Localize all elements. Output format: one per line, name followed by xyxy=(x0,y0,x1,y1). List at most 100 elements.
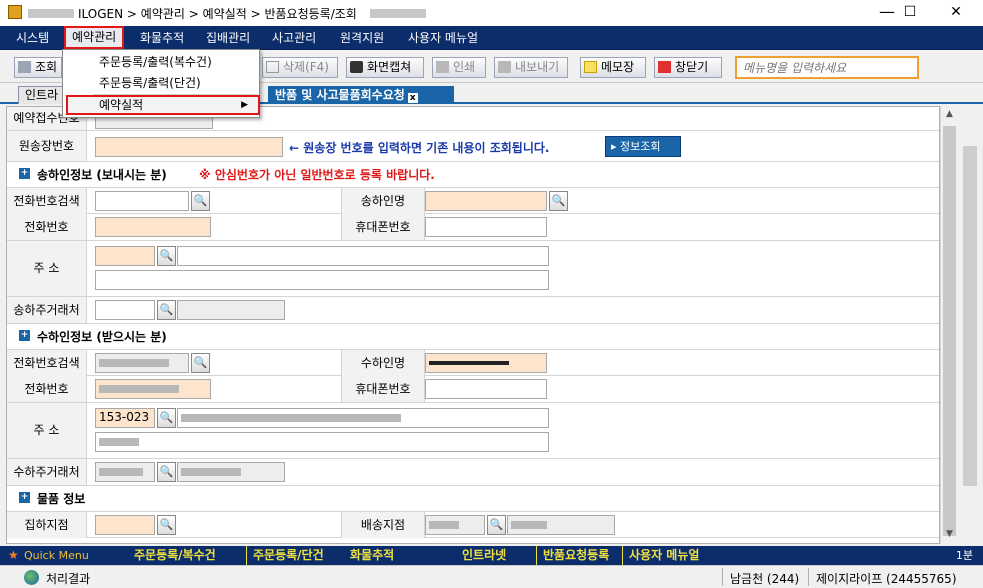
scroll-thumb[interactable] xyxy=(943,126,956,536)
close-window-button[interactable]: 창닫기 xyxy=(654,57,722,78)
magnifier-icon[interactable]: 🔍 xyxy=(157,462,176,482)
sender-account-code-input[interactable] xyxy=(95,300,155,320)
sender-phone-input[interactable] xyxy=(95,217,211,237)
window-title: ILOGEN > 예약관리 > 예약실적 > 반품요청등록/조회 xyxy=(78,7,357,21)
maximize-button[interactable]: ☐ xyxy=(887,0,933,26)
memo-button[interactable]: 메모장 xyxy=(580,57,646,78)
print-button[interactable]: 인쇄 xyxy=(432,57,486,78)
quick-menu-timer: 1분 xyxy=(955,549,973,562)
status-bar: 처리결과 남금천 (244) 제이지라이프 (24455765) xyxy=(0,565,983,588)
menu-system[interactable]: 시스템 xyxy=(10,26,55,50)
magnifier-icon[interactable]: 🔍 xyxy=(157,515,176,535)
export-button[interactable]: 내보내기 xyxy=(494,57,568,78)
waybill-input[interactable] xyxy=(95,137,283,157)
receiver-phone-search-label: 전화번호검색 xyxy=(7,350,87,376)
close-button[interactable]: ✕ xyxy=(933,0,979,26)
receiver-mobile-input[interactable] xyxy=(425,379,547,399)
sender-address-row: 주 소 🔍 xyxy=(7,241,939,297)
scroll-up-icon[interactable]: ▲ xyxy=(941,106,958,123)
quick-item-single-order[interactable]: 주문등록/단건 xyxy=(246,546,324,565)
receiver-phone-input[interactable] xyxy=(95,379,211,399)
menu-delivery-management[interactable]: 집배관리 xyxy=(200,26,256,50)
delete-button[interactable]: 삭제(F4) xyxy=(262,57,338,78)
info-query-button[interactable]: ▸ 정보조회 xyxy=(605,136,681,157)
receiver-account-label: 수하주거래처 xyxy=(7,459,87,485)
form-scrollbar[interactable]: ▲ ▼ xyxy=(940,106,958,544)
sender-account-name-input xyxy=(177,300,285,320)
magnifier-icon[interactable]: 🔍 xyxy=(191,353,210,373)
magnifier-icon[interactable]: 🔍 xyxy=(549,191,568,211)
magnifier-icon[interactable]: 🔍 xyxy=(157,300,176,320)
quick-item-user-manual[interactable]: 사용자 메뉴얼 xyxy=(622,546,699,565)
sender-address-input[interactable] xyxy=(177,246,549,266)
receiver-address-input[interactable] xyxy=(177,408,549,428)
sender-section-title: 송하인정보 (보내시는 분) xyxy=(37,168,167,182)
menu-search-input[interactable] xyxy=(735,56,919,79)
magnifier-icon[interactable]: 🔍 xyxy=(157,246,176,266)
reservation-dropdown-menu: 주문등록/출력(복수건) 주문등록/출력(단건) 예약실적 ▶ xyxy=(62,49,260,118)
pickup-branch-label: 집하지점 xyxy=(7,512,87,538)
sender-mobile-input[interactable] xyxy=(425,217,547,237)
receiver-section-header: + 수하인정보 (받으시는 분) xyxy=(7,325,939,347)
sender-name-input[interactable] xyxy=(425,191,547,211)
goods-section-header: + 물품 정보 xyxy=(7,487,939,509)
waybill-label: 원송장번호 xyxy=(7,131,87,161)
delivery-branch-input[interactable] xyxy=(425,515,485,535)
status-user: 남금천 (244) xyxy=(730,572,800,586)
window-scroll-thumb[interactable] xyxy=(963,146,977,486)
camera-icon xyxy=(350,61,363,73)
receiver-address-detail-input[interactable] xyxy=(95,432,549,452)
tab-return-request[interactable]: 반품 및 사고물품회수요청 x xyxy=(268,86,454,104)
sender-phone-search-input[interactable] xyxy=(95,191,189,211)
star-icon: ★ xyxy=(8,548,19,562)
quick-menu-label: Quick Menu xyxy=(24,549,89,562)
sender-name-label: 송하인명 xyxy=(341,188,425,214)
title-bar: ILOGEN > 예약관리 > 예약실적 > 반품요청등록/조회 — ☐ ✕ xyxy=(0,0,983,26)
magnifier-icon[interactable]: 🔍 xyxy=(487,515,506,535)
receiver-address-row: 주 소 153-023 🔍 xyxy=(7,403,939,459)
menu-user-manual[interactable]: 사용자 메뉴얼 xyxy=(402,26,484,50)
receiver-phone-row: 전화번호 휴대폰번호 xyxy=(7,376,939,403)
quick-item-return-request[interactable]: 반품요청등록 xyxy=(536,546,609,565)
sender-zip-input[interactable] xyxy=(95,246,155,266)
tab-close-icon[interactable]: x xyxy=(407,93,418,103)
close-window-icon xyxy=(658,61,671,73)
dropdown-item-reservation-results[interactable]: 예약실적 ▶ xyxy=(66,95,260,115)
submenu-arrow-icon: ▶ xyxy=(241,100,248,110)
expand-plus-icon[interactable]: + xyxy=(19,330,30,341)
menu-accident-management[interactable]: 사고관리 xyxy=(266,26,322,50)
menu-bar: 시스템 예약관리 화물추적 집배관리 사고관리 원격지원 사용자 메뉴얼 xyxy=(0,26,983,50)
quick-item-cargo-tracking[interactable]: 화물추적 xyxy=(344,546,394,565)
receiver-phone-search-input[interactable] xyxy=(95,353,189,373)
receiver-phone-search-row: 전화번호검색 🔍 수하인명 xyxy=(7,349,939,376)
query-button[interactable]: 조회 xyxy=(14,57,62,78)
receiver-account-name-input xyxy=(177,462,285,482)
receiver-zip-input[interactable]: 153-023 xyxy=(95,408,155,428)
pickup-branch-input[interactable] xyxy=(95,515,155,535)
sender-section-header: + 송하인정보 (보내시는 분) ※ 안심번호가 아닌 일반번호로 등록 바랍니… xyxy=(7,163,939,185)
menu-remote-support[interactable]: 원격지원 xyxy=(334,26,390,50)
screen-capture-button[interactable]: 화면캡쳐 xyxy=(346,57,424,78)
sender-address-detail-input[interactable] xyxy=(95,270,549,290)
quick-item-multi-order[interactable]: 주문등록/복수건 xyxy=(128,546,216,565)
window-scrollbar[interactable] xyxy=(958,106,983,544)
waybill-row: 원송장번호 ← 원송장 번호를 입력하면 기존 내용이 조회됩니다. ▸ 정보조… xyxy=(7,131,939,162)
sender-account-row: 송하주거래처 🔍 xyxy=(7,297,939,324)
quick-item-intranet[interactable]: 인트라넷 xyxy=(456,546,506,565)
magnifier-icon[interactable]: 🔍 xyxy=(191,191,210,211)
scroll-down-icon[interactable]: ▼ xyxy=(941,526,958,543)
tab-intra[interactable]: 인트라 xyxy=(18,86,66,104)
menu-cargo-tracking[interactable]: 화물추적 xyxy=(134,26,190,50)
receiver-name-input[interactable] xyxy=(425,353,547,373)
magnifier-icon[interactable]: 🔍 xyxy=(157,408,176,428)
printer-icon xyxy=(436,61,449,73)
menu-reservation[interactable]: 예약관리 xyxy=(64,26,125,49)
status-separator xyxy=(722,568,723,586)
receiver-address-label: 주 소 xyxy=(7,403,87,458)
dropdown-item-multi-order[interactable]: 주문등록/출력(복수건) xyxy=(63,52,259,72)
expand-plus-icon[interactable]: + xyxy=(19,492,30,503)
expand-plus-icon[interactable]: + xyxy=(19,168,30,179)
dropdown-item-single-order[interactable]: 주문등록/출력(단건) xyxy=(63,73,259,93)
app-icon xyxy=(8,5,22,19)
receiver-account-code-input[interactable] xyxy=(95,462,155,482)
